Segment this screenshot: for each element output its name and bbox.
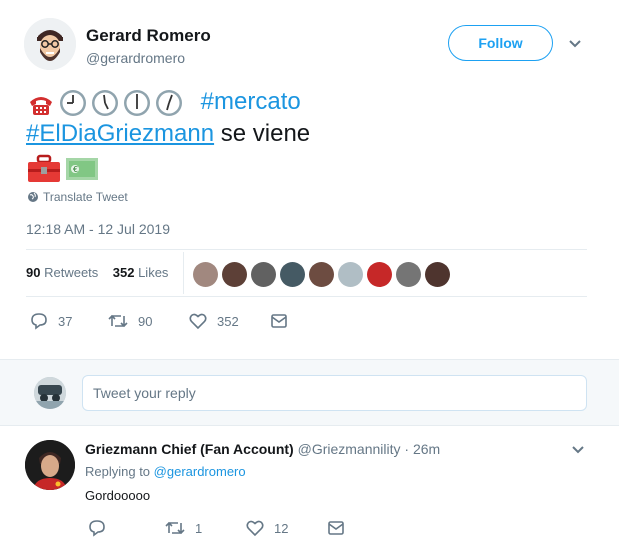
- reply-like-action[interactable]: 12: [246, 519, 288, 537]
- svg-text:€: €: [73, 165, 78, 174]
- toolbox-icon: [26, 154, 62, 184]
- tweet-stats: 90 Retweets 352 Likes: [26, 265, 168, 280]
- author-avatar[interactable]: [24, 18, 76, 70]
- emoji-group-2: €: [26, 154, 100, 184]
- replying-to: Replying to @gerardromero: [85, 464, 246, 479]
- replying-to-link[interactable]: @gerardromero: [154, 464, 246, 479]
- telephone-icon: [26, 88, 56, 118]
- tweet-text-line-1: #mercato: [26, 86, 301, 118]
- reply-text: Gordooooo: [85, 488, 151, 503]
- liker-avatar[interactable]: [193, 262, 218, 287]
- liker-avatar[interactable]: [309, 262, 334, 287]
- translate-label: Translate Tweet: [43, 190, 128, 204]
- likes-count: 352: [112, 265, 135, 280]
- hashtag-eldiagriezmann[interactable]: #ElDiaGriezmann: [26, 120, 214, 147]
- retweet-count: 90: [138, 313, 153, 329]
- reply-icon: [30, 312, 48, 330]
- euro-banknote-icon: €: [64, 154, 100, 184]
- liker-avatar[interactable]: [280, 262, 305, 287]
- direct-message-action[interactable]: [270, 312, 288, 330]
- like-action[interactable]: 352: [189, 312, 239, 330]
- reply-author-handle[interactable]: @Griezmannility: [298, 441, 401, 457]
- retweets-count: 90: [26, 265, 41, 280]
- globe-icon: [27, 191, 39, 203]
- likes-label: Likes: [138, 265, 169, 280]
- author-handle[interactable]: @gerardromero: [86, 50, 185, 66]
- reply-time[interactable]: · 26m: [404, 441, 440, 457]
- tweet-text: se viene: [214, 120, 311, 147]
- reply-like-count: 12: [274, 520, 289, 536]
- reply-retweet-count: 1: [195, 520, 203, 536]
- divider: [26, 249, 587, 250]
- reply-reply-action[interactable]: [88, 519, 106, 537]
- retweets-stat[interactable]: 90 Retweets: [26, 265, 98, 280]
- tweet-text-line-3: €: [26, 152, 100, 184]
- heart-icon: [189, 312, 207, 330]
- clock-icon: [58, 88, 88, 118]
- reply-author-line: Griezmann Chief (Fan Account) @Griezmann…: [85, 441, 440, 457]
- liker-avatar[interactable]: [425, 262, 450, 287]
- liker-avatar[interactable]: [338, 262, 363, 287]
- heart-icon: [246, 519, 264, 537]
- replying-prefix: Replying to: [85, 464, 154, 479]
- retweets-label: Retweets: [44, 265, 99, 280]
- reply-retweet-action[interactable]: 1: [165, 519, 202, 537]
- clock-icon: [122, 88, 152, 118]
- tweet-text-line-2: #ElDiaGriezmann se viene: [26, 118, 310, 150]
- liker-avatar[interactable]: [222, 262, 247, 287]
- current-user-avatar[interactable]: [34, 377, 66, 409]
- message-icon: [327, 519, 345, 537]
- emoji-group: [26, 88, 184, 118]
- stats-separator: [183, 252, 184, 294]
- likes-stat[interactable]: 352 Likes: [113, 265, 169, 280]
- likers-avatars: [193, 262, 450, 287]
- chevron-down-icon[interactable]: [567, 35, 583, 51]
- reply-author-avatar[interactable]: [25, 440, 75, 490]
- clock-icon: [90, 88, 120, 118]
- reply-placeholder: Tweet your reply: [93, 385, 196, 401]
- chevron-down-icon[interactable]: [570, 441, 586, 457]
- retweet-icon: [165, 519, 185, 537]
- reply-message-action[interactable]: [327, 519, 345, 537]
- reply-author-name[interactable]: Griezmann Chief (Fan Account): [85, 441, 294, 457]
- message-icon: [270, 312, 288, 330]
- reply-icon: [88, 519, 106, 537]
- translate-tweet-link[interactable]: Translate Tweet: [27, 190, 128, 204]
- clock-icon: [154, 88, 184, 118]
- retweet-icon: [108, 312, 128, 330]
- divider: [26, 296, 587, 297]
- hashtag-mercato[interactable]: #mercato: [201, 88, 301, 115]
- liker-avatar[interactable]: [396, 262, 421, 287]
- liker-avatar[interactable]: [251, 262, 276, 287]
- follow-button[interactable]: Follow: [448, 25, 553, 61]
- reply-action[interactable]: 37: [30, 312, 72, 330]
- reply-input[interactable]: Tweet your reply: [82, 375, 587, 411]
- author-display-name[interactable]: Gerard Romero: [86, 26, 211, 46]
- tweet-timestamp[interactable]: 12:18 AM - 12 Jul 2019: [26, 221, 170, 237]
- liker-avatar[interactable]: [367, 262, 392, 287]
- like-count: 352: [217, 313, 239, 329]
- reply-count: 37: [58, 313, 73, 329]
- retweet-action[interactable]: 90: [108, 312, 152, 330]
